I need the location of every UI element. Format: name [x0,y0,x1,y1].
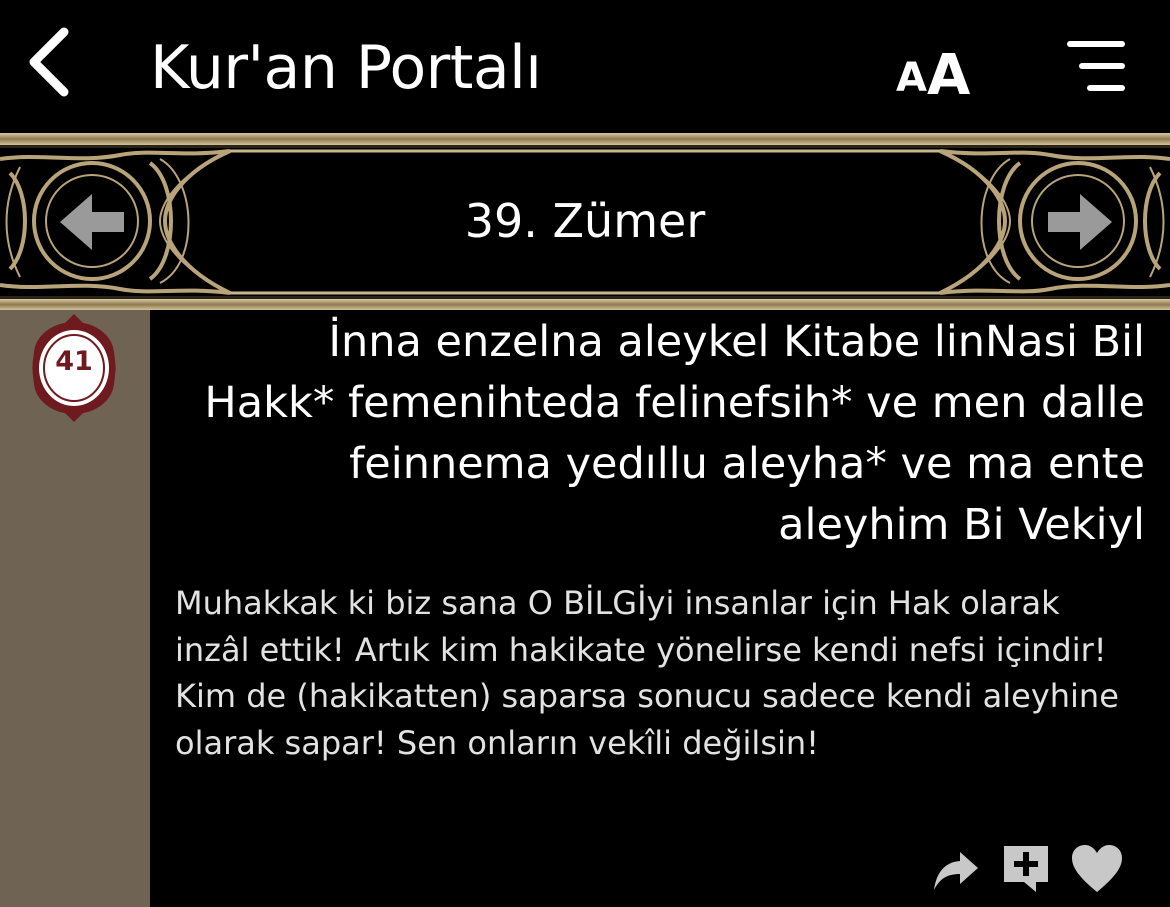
arrow-right-icon[interactable] [1040,186,1120,258]
surah-title[interactable]: 39. Zümer [230,191,940,251]
verse-content: İnna enzelna aleykel Kitabe linNasi Bil … [150,310,1170,907]
verse-translation: Muhakkak ki biz sana O BİLGİyi insanlar … [175,584,1119,762]
verse-actions [930,840,1130,900]
app-title: Kur'an Portalı [150,33,542,103]
verse-number: 41 [55,346,93,377]
heart-icon[interactable] [1070,844,1124,894]
font-size-small-label: A [896,55,927,101]
hamburger-menu-icon[interactable] [1066,38,1126,94]
share-icon[interactable] [932,846,980,894]
font-size-button[interactable]: A A [896,28,970,108]
font-size-large-label: A [926,43,971,108]
surah-header: 39. Zümer [0,133,1170,310]
arrow-left-icon[interactable] [52,186,132,258]
navigation-bar: Kur'an Portalı A A [0,0,1170,133]
add-note-icon[interactable] [1000,842,1052,894]
chevron-left-icon[interactable] [22,22,82,102]
verse-transliteration: İnna enzelna aleykel Kitabe linNasi Bil … [204,317,1145,550]
